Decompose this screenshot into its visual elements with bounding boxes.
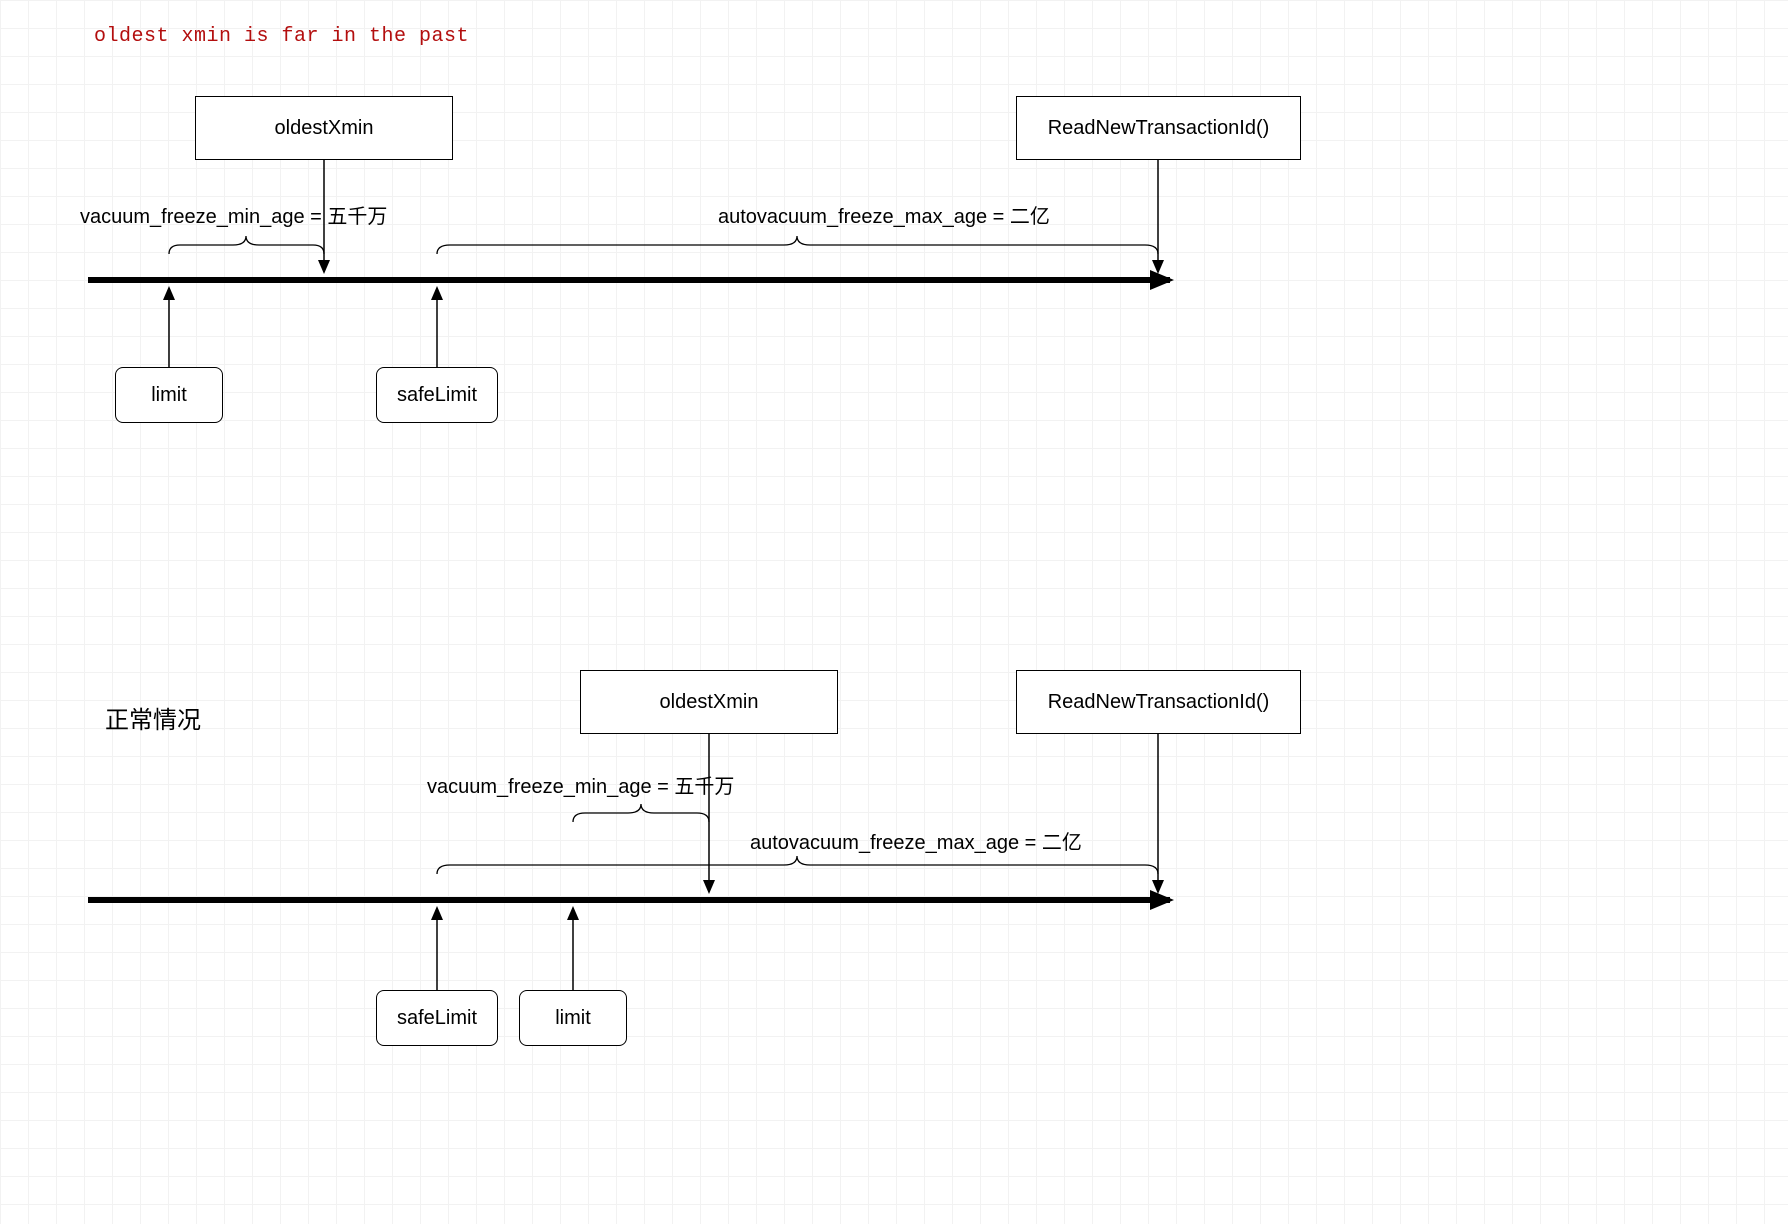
diagram1-oldestxmin-box: oldestXmin	[195, 96, 453, 160]
diagram2-limit-label: limit	[555, 1007, 591, 1030]
diagram2-readnew-box: ReadNewTransactionId()	[1016, 670, 1301, 734]
diagram2-safelimit-label: safeLimit	[397, 1007, 477, 1030]
diagram1-safelimit-box: safeLimit	[376, 367, 498, 423]
diagram2-oldestxmin-box: oldestXmin	[580, 670, 838, 734]
grid-background	[0, 0, 1788, 1224]
diagram2-limit-box: limit	[519, 990, 627, 1046]
diagram2-autovacuum-label: autovacuum_freeze_max_age = 二亿	[750, 826, 1082, 855]
diagram1-safelimit-label: safeLimit	[397, 384, 477, 407]
diagram1-vacuum-label: vacuum_freeze_min_age = 五千万	[80, 200, 387, 229]
diagram1-oldestxmin-label: oldestXmin	[275, 117, 374, 140]
diagram2-oldestxmin-label: oldestXmin	[660, 691, 759, 714]
diagram2-readnew-label: ReadNewTransactionId()	[1048, 691, 1270, 714]
diagram2-safelimit-box: safeLimit	[376, 990, 498, 1046]
diagram1-limit-label: limit	[151, 384, 187, 407]
diagram1-limit-box: limit	[115, 367, 223, 423]
diagram1-readnew-box: ReadNewTransactionId()	[1016, 96, 1301, 160]
diagram1-title: oldest xmin is far in the past	[94, 25, 469, 48]
diagram1-autovacuum-label: autovacuum_freeze_max_age = 二亿	[718, 200, 1050, 229]
diagram2-vacuum-label: vacuum_freeze_min_age = 五千万	[427, 770, 734, 799]
diagram1-readnew-label: ReadNewTransactionId()	[1048, 117, 1270, 140]
diagram2-title: 正常情况	[105, 700, 201, 735]
